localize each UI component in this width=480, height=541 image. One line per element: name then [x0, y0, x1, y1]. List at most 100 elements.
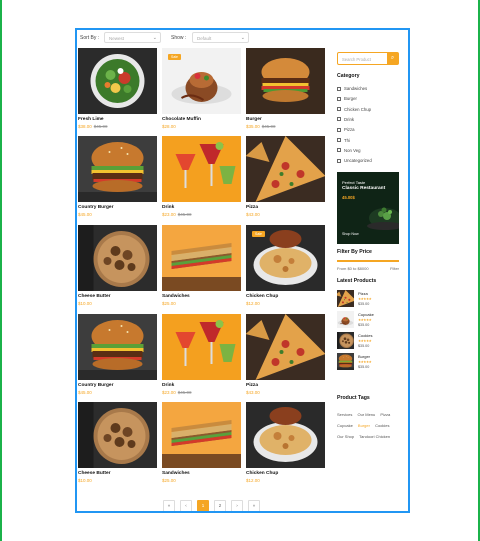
price-slider[interactable] [337, 260, 399, 262]
product-name[interactable]: Drink [162, 205, 174, 210]
promo-banner[interactable]: Perfect Taste Classic Restaurant 45.00$ … [337, 172, 399, 244]
product-name[interactable]: Chocolate Muffin [162, 117, 201, 122]
product-image[interactable] [78, 136, 157, 202]
page-1-button[interactable]: 1 [197, 500, 209, 511]
first-page-button[interactable]: « [163, 500, 175, 511]
last-page-button[interactable]: » [248, 500, 260, 511]
product-name[interactable]: Country Burger [78, 205, 113, 210]
product-image[interactable] [246, 402, 325, 468]
search-box[interactable]: Search Product ⌕ [337, 52, 399, 65]
product-name[interactable]: Pizza [246, 383, 258, 388]
latest-product[interactable]: Pizza ★★★★★ $35.00 [337, 290, 399, 308]
product-card[interactable]: Cheese Butter $10.00 [78, 225, 157, 312]
product-image[interactable] [78, 225, 157, 291]
latest-product-thumb[interactable] [337, 290, 354, 307]
product-image[interactable] [246, 48, 325, 114]
product-name[interactable]: Country Burger [78, 383, 113, 388]
checkbox-icon[interactable] [337, 86, 341, 91]
checkbox-icon[interactable] [337, 138, 341, 142]
checkbox-icon[interactable] [337, 107, 341, 112]
search-icon[interactable]: ⌕ [387, 53, 398, 64]
tag-link[interactable]: Services [337, 412, 352, 417]
product-name[interactable]: Cheese Butter [78, 471, 111, 476]
category-item[interactable]: Sandwiches [337, 86, 367, 91]
old-price: $45.00 [93, 124, 108, 129]
tag-link[interactable]: Cupcake [337, 423, 353, 428]
checkbox-icon[interactable] [337, 117, 341, 122]
product-card[interactable]: Sale Chocolate Muffin $28.00 [162, 48, 241, 135]
product-image[interactable] [246, 314, 325, 380]
search-input[interactable]: Search Product [342, 57, 371, 62]
tag-link[interactable]: Our Shop [337, 434, 354, 439]
category-item[interactable]: Chicken Chup [337, 107, 371, 112]
product-name[interactable]: Drink [162, 383, 174, 388]
category-item[interactable]: Pizza [337, 127, 355, 132]
product-card[interactable]: Pizza $43.00 [246, 136, 325, 223]
latest-product-thumb[interactable] [337, 353, 354, 370]
product-name[interactable]: Chicken Chup [246, 294, 278, 299]
latest-product[interactable]: Cupcake ★★★★★ $35.00 [337, 311, 399, 329]
product-card[interactable]: Fresh Lime $38.00 $45.00 [78, 48, 157, 135]
product-image[interactable] [162, 402, 241, 468]
tag-link[interactable]: Cookies [375, 423, 389, 428]
product-name[interactable]: Chicken Chup [246, 471, 278, 476]
product-card[interactable]: Sandwiches $25.00 [162, 402, 241, 489]
next-page-button[interactable]: › [231, 500, 243, 511]
sort-bar: Sort By : Newest ⌄ Show : Default ⌄ [79, 32, 329, 44]
checkbox-icon[interactable] [337, 127, 341, 132]
product-image[interactable]: Sale [162, 48, 241, 114]
category-label: Burger [344, 96, 357, 102]
product-image[interactable] [78, 314, 157, 380]
prev-page-button[interactable]: ‹ [180, 500, 192, 511]
category-item[interactable]: Uncategorized [337, 158, 372, 163]
product-image[interactable]: Sale [246, 225, 325, 291]
checkbox-icon[interactable] [337, 148, 341, 153]
show-select[interactable]: Default ⌄ [192, 32, 249, 43]
checkbox-icon[interactable] [337, 158, 341, 163]
tag-link[interactable]: Pizza [380, 412, 390, 417]
product-name[interactable]: Sandwiches [162, 471, 190, 476]
promo-cta[interactable]: Shop Now [342, 232, 359, 236]
sort-select[interactable]: Newest ⌄ [104, 32, 161, 43]
product-card[interactable]: Drink $23.00 $45.00 [162, 314, 241, 401]
product-card[interactable]: Burger $35.00 $45.00 [246, 48, 325, 135]
tag-link[interactable]: Our Menu [357, 412, 375, 417]
product-card[interactable]: Chicken Chup $12.00 [246, 402, 325, 489]
product-image[interactable] [162, 314, 241, 380]
checkbox-icon[interactable] [337, 96, 341, 101]
product-name[interactable]: Cheese Butter [78, 294, 111, 299]
product-card[interactable]: Cheese Butter $10.00 [78, 402, 157, 489]
latest-product-thumb[interactable] [337, 311, 354, 328]
product-card[interactable]: Drink $23.00 $45.00 [162, 136, 241, 223]
category-item[interactable]: Thi [337, 138, 350, 143]
category-item[interactable]: Non Veg [337, 148, 361, 153]
product-price: $10.00 [78, 478, 92, 483]
tag-link[interactable]: Burger [358, 423, 370, 428]
category-item[interactable]: Drink [337, 117, 354, 122]
latest-product[interactable]: Burger ★★★★★ $35.00 [337, 353, 399, 371]
product-image[interactable] [162, 225, 241, 291]
product-name[interactable]: Pizza [246, 205, 258, 210]
product-name[interactable]: Burger [246, 117, 262, 122]
product-card[interactable]: Sandwiches $25.00 [162, 225, 241, 312]
latest-product[interactable]: Cookies ★★★★★ $35.00 [337, 332, 399, 350]
filter-button[interactable]: Filter [390, 266, 399, 271]
product-card[interactable]: Pizza $43.00 [246, 314, 325, 401]
product-price: $12.00 [246, 301, 260, 306]
product-card[interactable]: Country Burger $45.00 [78, 314, 157, 401]
product-image[interactable] [78, 48, 157, 114]
category-item[interactable]: Burger [337, 96, 357, 101]
page-2-button[interactable]: 2 [214, 500, 226, 511]
latest-product-price: $35.00 [358, 323, 370, 327]
product-image[interactable] [162, 136, 241, 202]
product-image[interactable] [78, 402, 157, 468]
tag-link[interactable]: Tandoori Chicken [359, 434, 390, 439]
shop-page: Sort By : Newest ⌄ Show : Default ⌄ Fres… [75, 28, 410, 513]
latest-product-price: $35.00 [358, 365, 370, 369]
latest-product-thumb[interactable] [337, 332, 354, 349]
product-name[interactable]: Fresh Lime [78, 117, 104, 122]
product-card[interactable]: Sale Chicken Chup $12.00 [246, 225, 325, 312]
product-image[interactable] [246, 136, 325, 202]
product-card[interactable]: Country Burger $45.00 [78, 136, 157, 223]
product-name[interactable]: Sandwiches [162, 294, 190, 299]
